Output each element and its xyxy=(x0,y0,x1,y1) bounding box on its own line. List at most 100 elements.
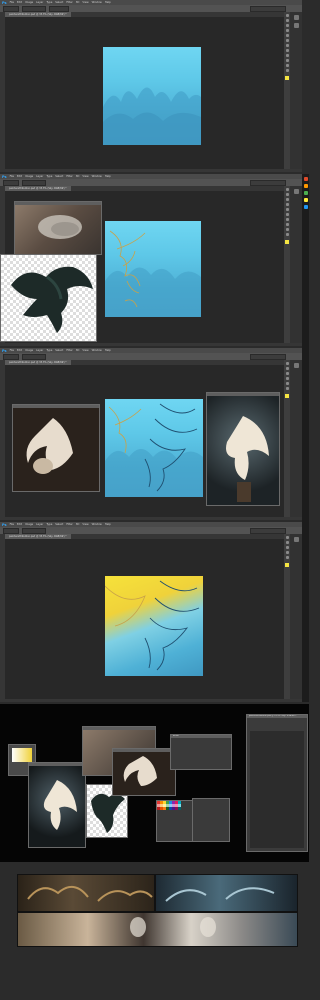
move-icon[interactable] xyxy=(285,14,289,17)
raven-cutout-window[interactable] xyxy=(0,254,97,342)
layers-panel-icon[interactable] xyxy=(293,189,299,194)
menu-file[interactable]: File xyxy=(10,175,14,178)
color-field[interactable] xyxy=(12,748,32,762)
app-icon-yellow[interactable] xyxy=(303,198,308,202)
sky-canvas[interactable] xyxy=(105,399,203,497)
pen-icon[interactable] xyxy=(285,54,289,57)
menu-layer[interactable]: Layer xyxy=(36,349,43,352)
hand-icon[interactable] xyxy=(285,64,289,67)
tool-preset-picker[interactable] xyxy=(3,527,19,534)
workspace-switcher[interactable] xyxy=(250,5,286,12)
brush-icon[interactable] xyxy=(285,551,289,554)
app-icon-blue[interactable] xyxy=(303,205,308,209)
menu-view[interactable]: View xyxy=(82,349,88,352)
eyedropper-icon[interactable] xyxy=(285,208,289,211)
menu-filter[interactable]: Filter xyxy=(66,523,72,526)
menu-3d[interactable]: 3D xyxy=(76,523,80,526)
menu-image[interactable]: Image xyxy=(25,349,33,352)
menu-type[interactable]: Type xyxy=(46,1,52,4)
menu-file[interactable]: File xyxy=(10,1,14,4)
workspace-switcher[interactable] xyxy=(250,527,286,534)
menu-view[interactable]: View xyxy=(82,1,88,4)
menu-image[interactable]: Image xyxy=(25,175,33,178)
menu-help[interactable]: Help xyxy=(105,523,111,526)
tool-preset-picker[interactable] xyxy=(3,5,19,12)
brush-size-field[interactable] xyxy=(22,5,46,12)
menu-type[interactable]: Type xyxy=(46,349,52,352)
menu-window[interactable]: Window xyxy=(92,349,102,352)
marquee-icon[interactable] xyxy=(285,541,289,544)
menu-image[interactable]: Image xyxy=(25,1,33,4)
owl-fight-floating[interactable] xyxy=(112,748,176,796)
menu-window[interactable]: Window xyxy=(92,1,102,4)
menu-window[interactable]: Window xyxy=(92,175,102,178)
owl-fighting-reference-window[interactable] xyxy=(12,404,100,492)
crop-icon[interactable] xyxy=(285,29,289,32)
sky-canvas[interactable] xyxy=(103,47,201,145)
main-document-titlebar[interactable]: painterattribution.psd @ 33.3% (Sky, RGB… xyxy=(247,715,307,718)
menu-help[interactable]: Help xyxy=(105,349,111,352)
foreground-color-swatch[interactable] xyxy=(285,563,289,567)
move-icon[interactable] xyxy=(285,188,289,191)
app-icon-green[interactable] xyxy=(303,191,308,195)
type-icon[interactable] xyxy=(285,59,289,62)
menu-3d[interactable]: 3D xyxy=(76,1,80,4)
layers-panel[interactable] xyxy=(192,798,230,842)
menu-image[interactable]: Image xyxy=(25,523,33,526)
menu-layer[interactable]: Layer xyxy=(36,175,43,178)
menu-filter[interactable]: Filter xyxy=(66,349,72,352)
brush-size-field[interactable] xyxy=(22,179,46,186)
marquee-icon[interactable] xyxy=(285,367,289,370)
menu-edit[interactable]: Edit xyxy=(17,175,22,178)
menu-layer[interactable]: Layer xyxy=(36,1,43,4)
marquee-icon[interactable] xyxy=(285,193,289,196)
pen-icon[interactable] xyxy=(285,228,289,231)
app-icon-red[interactable] xyxy=(303,177,308,181)
main-document-canvas[interactable] xyxy=(250,731,304,848)
layers-panel-icon[interactable] xyxy=(293,537,299,542)
menu-file[interactable]: File xyxy=(10,523,14,526)
lasso-icon[interactable] xyxy=(285,198,289,201)
crop-icon[interactable] xyxy=(285,203,289,206)
menu-select[interactable]: Select xyxy=(55,523,63,526)
menu-type[interactable]: Type xyxy=(46,523,52,526)
color-block-canvas[interactable] xyxy=(105,576,203,676)
crop-icon[interactable] xyxy=(285,377,289,380)
menu-3d[interactable]: 3D xyxy=(76,349,80,352)
workspace-switcher[interactable] xyxy=(250,353,286,360)
menu-select[interactable]: Select xyxy=(55,175,63,178)
main-document-window[interactable]: painterattribution.psd @ 33.3% (Sky, RGB… xyxy=(246,714,308,852)
eraser-icon[interactable] xyxy=(285,556,289,559)
menu-filter[interactable]: Filter xyxy=(66,175,72,178)
foreground-color-swatch[interactable] xyxy=(285,240,289,244)
menu-3d[interactable]: 3D xyxy=(76,175,80,178)
menu-help[interactable]: Help xyxy=(105,1,111,4)
brush-size-field[interactable] xyxy=(22,527,46,534)
gradient-icon[interactable] xyxy=(285,49,289,52)
brush-settings-panel[interactable]: Brush xyxy=(170,734,232,770)
workspace-switcher[interactable] xyxy=(250,179,286,186)
foreground-color-swatch[interactable] xyxy=(285,394,289,398)
eraser-icon[interactable] xyxy=(285,218,289,221)
menu-help[interactable]: Help xyxy=(105,175,111,178)
tool-preset-picker[interactable] xyxy=(3,353,19,360)
owl-perched-reference-window[interactable] xyxy=(206,392,280,506)
layers-panel-icon[interactable] xyxy=(293,15,299,20)
menu-select[interactable]: Select xyxy=(55,349,63,352)
owl-reference-floating[interactable] xyxy=(28,762,86,848)
brush-size-field[interactable] xyxy=(22,353,46,360)
layers-panel-icon[interactable] xyxy=(293,363,299,368)
menu-select[interactable]: Select xyxy=(55,1,63,4)
move-icon[interactable] xyxy=(285,362,289,365)
mode-dropdown[interactable] xyxy=(49,5,69,12)
canvas-area[interactable] xyxy=(5,17,284,169)
brush-icon[interactable] xyxy=(285,39,289,42)
brush-icon[interactable] xyxy=(285,382,289,385)
lasso-icon[interactable] xyxy=(285,24,289,27)
app-icon-orange[interactable] xyxy=(303,184,308,188)
gradient-icon[interactable] xyxy=(285,223,289,226)
reference-photo-window[interactable] xyxy=(14,201,102,255)
menu-view[interactable]: View xyxy=(82,175,88,178)
lasso-icon[interactable] xyxy=(285,546,289,549)
eraser-icon[interactable] xyxy=(285,44,289,47)
